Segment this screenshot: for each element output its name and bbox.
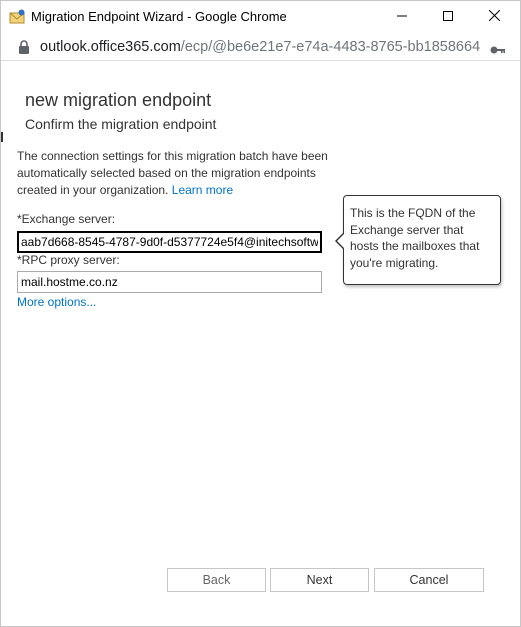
- lock-icon[interactable]: [18, 40, 30, 54]
- callout-arrow-fill: [337, 233, 345, 249]
- rpc-proxy-server-input[interactable]: [17, 271, 322, 293]
- next-button[interactable]: Next: [270, 568, 369, 592]
- minimize-button[interactable]: [379, 1, 425, 33]
- browser-window: Migration Endpoint Wizard - Google Chrom…: [0, 0, 521, 627]
- window-title: Migration Endpoint Wizard - Google Chrom…: [31, 9, 287, 24]
- tooltip-callout: This is the FQDN of the Exchange server …: [335, 195, 501, 285]
- minimize-icon: [397, 8, 407, 26]
- key-icon[interactable]: [490, 42, 506, 54]
- rpc-proxy-server-label: *RPC proxy server:: [17, 253, 120, 267]
- address-bar[interactable]: outlook.office365.com/ecp/@be6e21e7-e74a…: [1, 33, 520, 61]
- url-host: outlook.office365.com: [40, 39, 181, 55]
- title-bar: Migration Endpoint Wizard - Google Chrom…: [1, 1, 520, 33]
- tooltip-text: This is the FQDN of the Exchange server …: [350, 206, 480, 270]
- cancel-button[interactable]: Cancel: [374, 568, 484, 592]
- exchange-server-input[interactable]: [17, 231, 322, 253]
- page-title: new migration endpoint: [25, 90, 212, 110]
- back-button[interactable]: Back: [167, 568, 266, 592]
- envelope-icon: [9, 9, 25, 25]
- maximize-button[interactable]: [425, 1, 471, 33]
- wizard-content: new migration endpoint Confirm the migra…: [1, 62, 520, 626]
- maximize-icon: [443, 8, 453, 26]
- close-icon: [488, 8, 500, 26]
- exchange-server-label: *Exchange server:: [17, 212, 116, 226]
- url-path: /ecp/@be6e21e7-e74a-4483-8765-bb1858664.…: [180, 39, 480, 55]
- url-text[interactable]: outlook.office365.com/ecp/@be6e21e7-e74a…: [40, 39, 480, 55]
- page-subtitle: Confirm the migration endpoint: [25, 116, 217, 132]
- more-options-link[interactable]: More options...: [17, 295, 96, 309]
- left-edge-marker: [1, 132, 3, 142]
- description-text: The connection settings for this migrati…: [17, 148, 337, 199]
- close-button[interactable]: [471, 1, 517, 33]
- learn-more-link[interactable]: Learn more: [172, 183, 233, 197]
